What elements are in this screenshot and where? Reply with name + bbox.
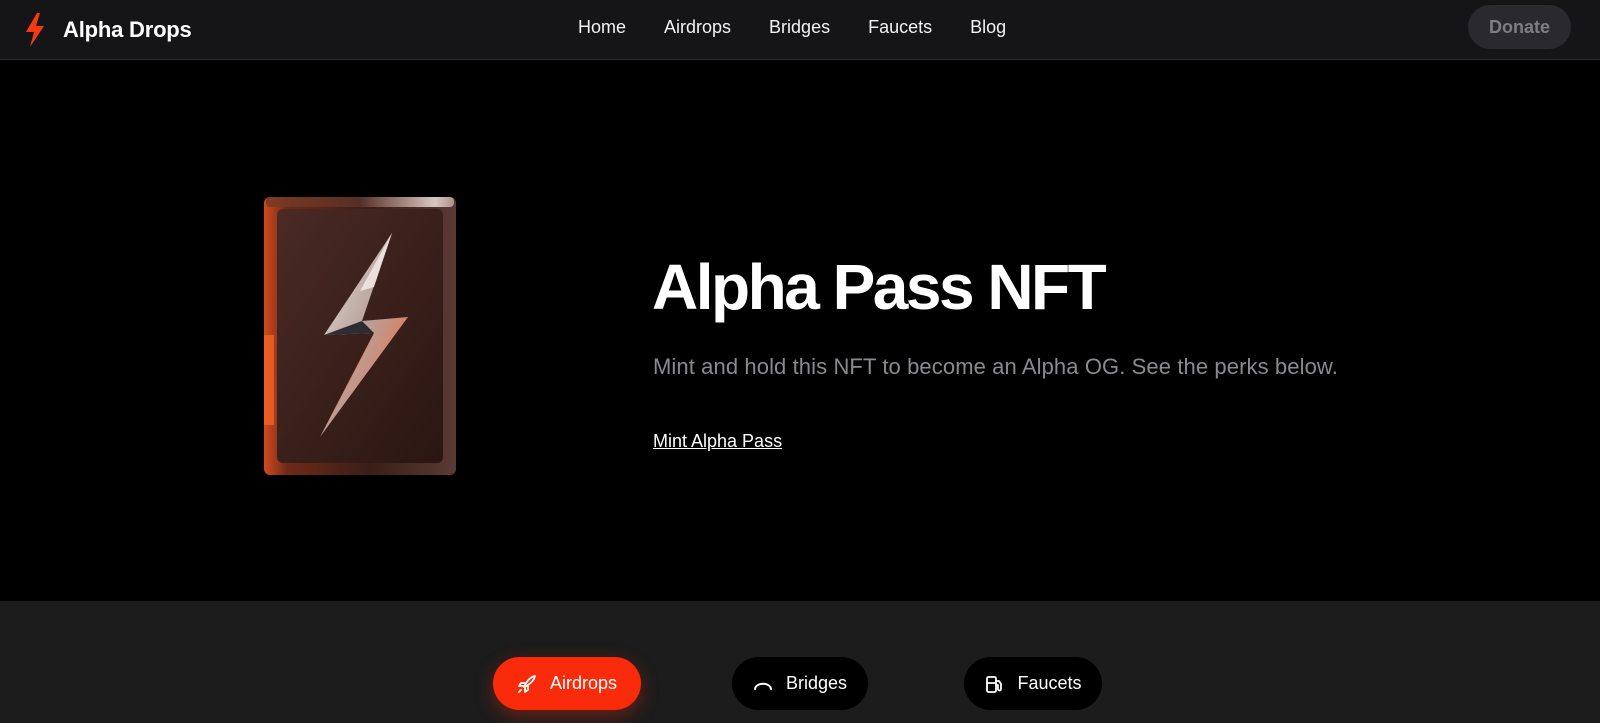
tab-bridges[interactable]: Bridges bbox=[732, 657, 868, 710]
tab-airdrops[interactable]: Airdrops bbox=[493, 657, 641, 710]
bridge-arc-icon bbox=[753, 682, 772, 690]
nav-home-link[interactable]: Home bbox=[578, 17, 626, 38]
tab-faucets[interactable]: Faucets bbox=[964, 657, 1102, 710]
nav-bridges-link[interactable]: Bridges bbox=[769, 17, 830, 38]
nav-faucets-link[interactable]: Faucets bbox=[868, 17, 932, 38]
category-tabs-section: Airdrops Bridges Faucets bbox=[0, 601, 1600, 723]
mint-alpha-pass-link[interactable]: Mint Alpha Pass bbox=[653, 431, 782, 452]
nav-airdrops-link[interactable]: Airdrops bbox=[664, 17, 731, 38]
site-header: Alpha Drops Home Airdrops Bridges Faucet… bbox=[0, 0, 1600, 60]
hero-title: Alpha Pass NFT bbox=[652, 251, 1107, 323]
lightning-logo-icon bbox=[26, 13, 44, 47]
main-nav: Home Airdrops Bridges Faucets Blog bbox=[578, 0, 1006, 54]
fuel-pump-icon bbox=[986, 675, 1003, 693]
donate-button[interactable]: Donate bbox=[1468, 5, 1571, 49]
hero-section: Alpha Pass NFT Mint and hold this NFT to… bbox=[0, 60, 1600, 601]
hero-subtitle: Mint and hold this NFT to become an Alph… bbox=[653, 354, 1338, 379]
tab-faucets-label: Faucets bbox=[1017, 673, 1082, 693]
tab-bridges-label: Bridges bbox=[785, 673, 848, 693]
rocket-icon bbox=[518, 674, 536, 693]
lightning-card-icon bbox=[264, 197, 456, 475]
brand-name: Alpha Drops bbox=[63, 17, 192, 42]
tab-airdrops-label: Airdrops bbox=[549, 673, 618, 693]
brand-link[interactable]: Alpha Drops bbox=[24, 10, 192, 50]
nav-blog-link[interactable]: Blog bbox=[970, 17, 1006, 38]
